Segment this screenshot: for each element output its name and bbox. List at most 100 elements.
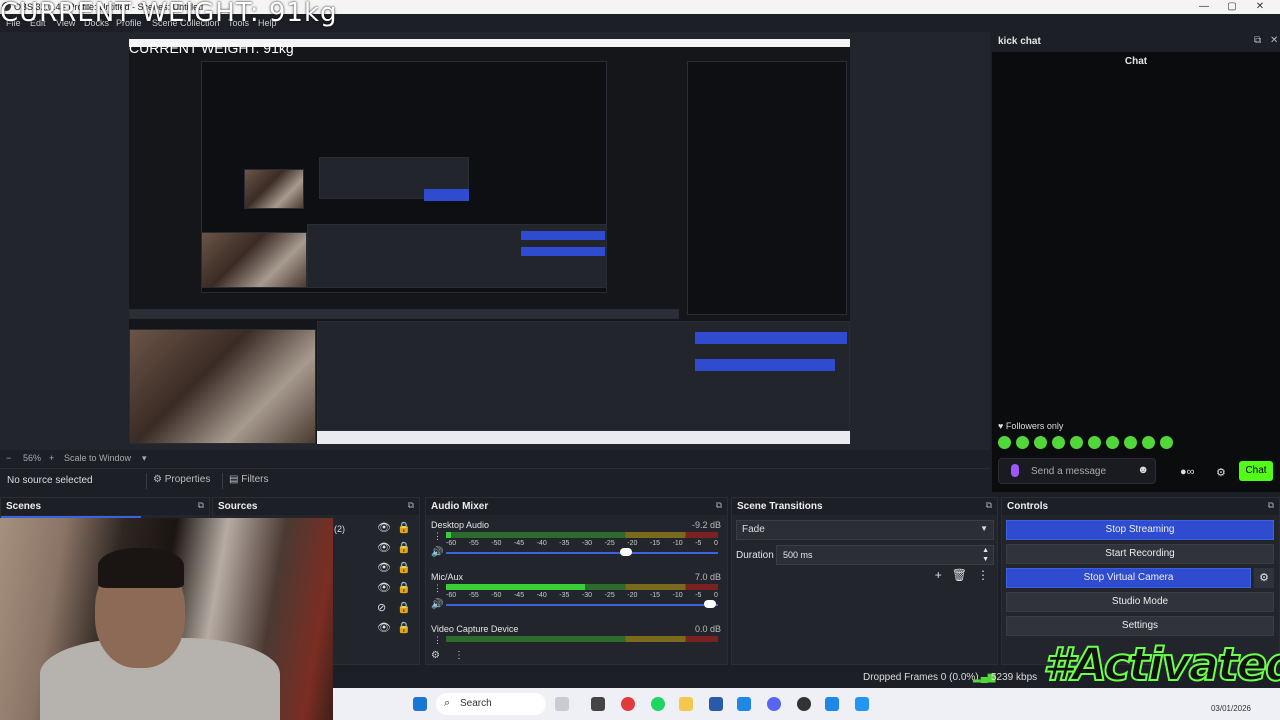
- lock-icon[interactable]: 🔒: [397, 581, 411, 594]
- gear-icon[interactable]: ⚙: [1254, 568, 1274, 588]
- eye-icon[interactable]: 👁: [377, 541, 391, 554]
- emoji-icon[interactable]: ☻: [1137, 464, 1149, 476]
- store-icon[interactable]: [709, 697, 723, 711]
- edge-icon[interactable]: [737, 697, 751, 711]
- mixer-track: Video Capture Device 0.0 dB ⋮: [431, 624, 721, 672]
- bitrate: 5239 kbps: [991, 672, 1038, 683]
- volume-slider[interactable]: [446, 604, 718, 606]
- undock-icon[interactable]: ⧉: [986, 500, 992, 511]
- emote-icon[interactable]: [1034, 436, 1047, 449]
- undock-icon[interactable]: ⧉: [408, 500, 414, 511]
- track-menu-icon[interactable]: ⋮: [433, 635, 442, 646]
- add-icon[interactable]: +: [935, 568, 942, 582]
- eye-icon[interactable]: 👁: [377, 561, 391, 574]
- scale-to-window-label[interactable]: Scale to Window: [64, 453, 131, 463]
- filters-button[interactable]: ▤ Filters: [222, 473, 274, 489]
- volume-knob[interactable]: [620, 548, 632, 556]
- undock-icon[interactable]: ⧉: [198, 500, 204, 511]
- speaker-icon[interactable]: 🔊: [431, 547, 443, 558]
- no-source-label: No source selected: [7, 475, 93, 486]
- eye-icon[interactable]: 👁: [377, 621, 391, 634]
- emote-icon[interactable]: [1088, 436, 1101, 449]
- lock-icon[interactable]: 🔒: [397, 601, 411, 614]
- emote-icon[interactable]: [1142, 436, 1155, 449]
- search-icon: ⌕: [444, 697, 451, 709]
- meter-ticks: -60 -55 -50 -45 -40 -35 -30 -25 -20 -15 -10 -5 0: [446, 540, 718, 547]
- meter-tick: 0: [713, 592, 718, 599]
- volume-knob[interactable]: [704, 600, 716, 608]
- track-menu-icon[interactable]: ⋮: [433, 531, 442, 542]
- mixer-menu-icon[interactable]: ⋮: [454, 650, 464, 661]
- emote-icon[interactable]: [1016, 436, 1029, 449]
- heart-icon: ♥: [998, 421, 1006, 431]
- emote-icon[interactable]: [1052, 436, 1065, 449]
- lock-icon[interactable]: 🔒: [397, 541, 411, 554]
- chat-send-button[interactable]: Chat: [1239, 461, 1273, 481]
- close-button[interactable]: ✕: [1240, 0, 1280, 14]
- zoom-bar: − 56% + Scale to Window ▾: [0, 450, 990, 466]
- eye-icon[interactable]: 👁: [377, 521, 391, 534]
- audio-mixer-dock: Audio Mixer ⧉ Desktop Audio -9.2 dB ⋮ -60 -55…: [425, 497, 728, 665]
- lock-icon[interactable]: 🔒: [397, 561, 411, 574]
- mixer-settings-icon[interactable]: ⚙: [431, 650, 440, 661]
- discord-icon[interactable]: [767, 697, 781, 711]
- meter-tick: -50: [491, 592, 502, 599]
- transition-select[interactable]: Fade ▼: [736, 520, 994, 540]
- emote-icon[interactable]: [1070, 436, 1083, 449]
- gear-icon[interactable]: ⚙: [1216, 466, 1226, 479]
- app-icon[interactable]: [591, 697, 605, 711]
- preview-canvas: CURRENT WEIGHT: 91kg: [129, 39, 850, 444]
- speaker-icon[interactable]: 🔊: [431, 599, 443, 610]
- zoom-out-button[interactable]: −: [6, 453, 11, 463]
- meter-tick: -55: [468, 540, 479, 547]
- chat-dock-header: kick chat ⧉ ✕: [992, 32, 1280, 52]
- start-icon[interactable]: [413, 697, 427, 711]
- lock-icon[interactable]: 🔒: [397, 621, 411, 634]
- meter-tick: -25: [604, 540, 615, 547]
- app-icon[interactable]: [825, 697, 839, 711]
- meter-ticks: -60 -55 -50 -45 -40 -35 -30 -25 -20 -15 -10 -5 0: [446, 592, 718, 599]
- undock-icon[interactable]: ⧉: [716, 500, 722, 511]
- volume-slider[interactable]: [446, 552, 718, 554]
- preview-area[interactable]: CURRENT WEIGHT: 91kg: [0, 32, 990, 450]
- webcam-overlay: [0, 518, 333, 720]
- undock-icon[interactable]: ⧉: [1268, 500, 1274, 511]
- app-icon[interactable]: [555, 697, 569, 711]
- undock-icon[interactable]: ⧉: [1254, 35, 1261, 46]
- spotify-icon[interactable]: [651, 697, 665, 711]
- emote-icon[interactable]: [1106, 436, 1119, 449]
- chat-input[interactable]: Send a message ☻: [998, 458, 1156, 484]
- start-recording-button[interactable]: Start Recording: [1006, 544, 1274, 564]
- app-icon[interactable]: [855, 697, 869, 711]
- menu-icon[interactable]: ⋮: [977, 568, 989, 582]
- emote-icon[interactable]: [998, 436, 1011, 449]
- mic-icon[interactable]: [1011, 464, 1019, 477]
- folder-icon[interactable]: [679, 697, 693, 711]
- properties-button[interactable]: ⚙ Properties: [146, 473, 216, 489]
- sources-header: Sources ⧉: [213, 498, 419, 515]
- nested-stop-vcam-2: [695, 359, 835, 371]
- eye-hidden-icon[interactable]: ⊘: [377, 601, 386, 614]
- emote-icon[interactable]: [1160, 436, 1173, 449]
- dropped-frames: Dropped Frames 0 (0.0%): [863, 672, 979, 683]
- stop-virtual-camera-button[interactable]: Stop Virtual Camera: [1006, 568, 1251, 588]
- lock-icon[interactable]: 🔒: [397, 521, 411, 534]
- zoom-in-button[interactable]: +: [49, 453, 54, 463]
- close-icon[interactable]: ✕: [1270, 35, 1278, 46]
- users-icon[interactable]: ●∞: [1180, 466, 1195, 478]
- track-menu-icon[interactable]: ⋮: [433, 583, 442, 594]
- spin-icon[interactable]: ▲ ▼: [982, 546, 989, 564]
- scale-dropdown-icon[interactable]: ▾: [142, 453, 147, 464]
- obs-icon[interactable]: [797, 697, 811, 711]
- trash-icon[interactable]: 🗑: [952, 568, 967, 582]
- stop-streaming-button[interactable]: Stop Streaming: [1006, 520, 1274, 540]
- eye-icon[interactable]: 👁: [377, 581, 391, 594]
- duration-input[interactable]: 500 ms ▲ ▼: [776, 545, 994, 565]
- settings-button[interactable]: Settings: [1006, 616, 1274, 636]
- filter-icon: ▤: [229, 474, 242, 485]
- studio-mode-button[interactable]: Studio Mode: [1006, 592, 1274, 612]
- nested-weight-overlay: CURRENT WEIGHT: 91kg: [129, 40, 294, 56]
- emote-icon[interactable]: [1124, 436, 1137, 449]
- taskbar-search[interactable]: ⌕ Search: [436, 693, 546, 715]
- opera-icon[interactable]: [621, 697, 635, 711]
